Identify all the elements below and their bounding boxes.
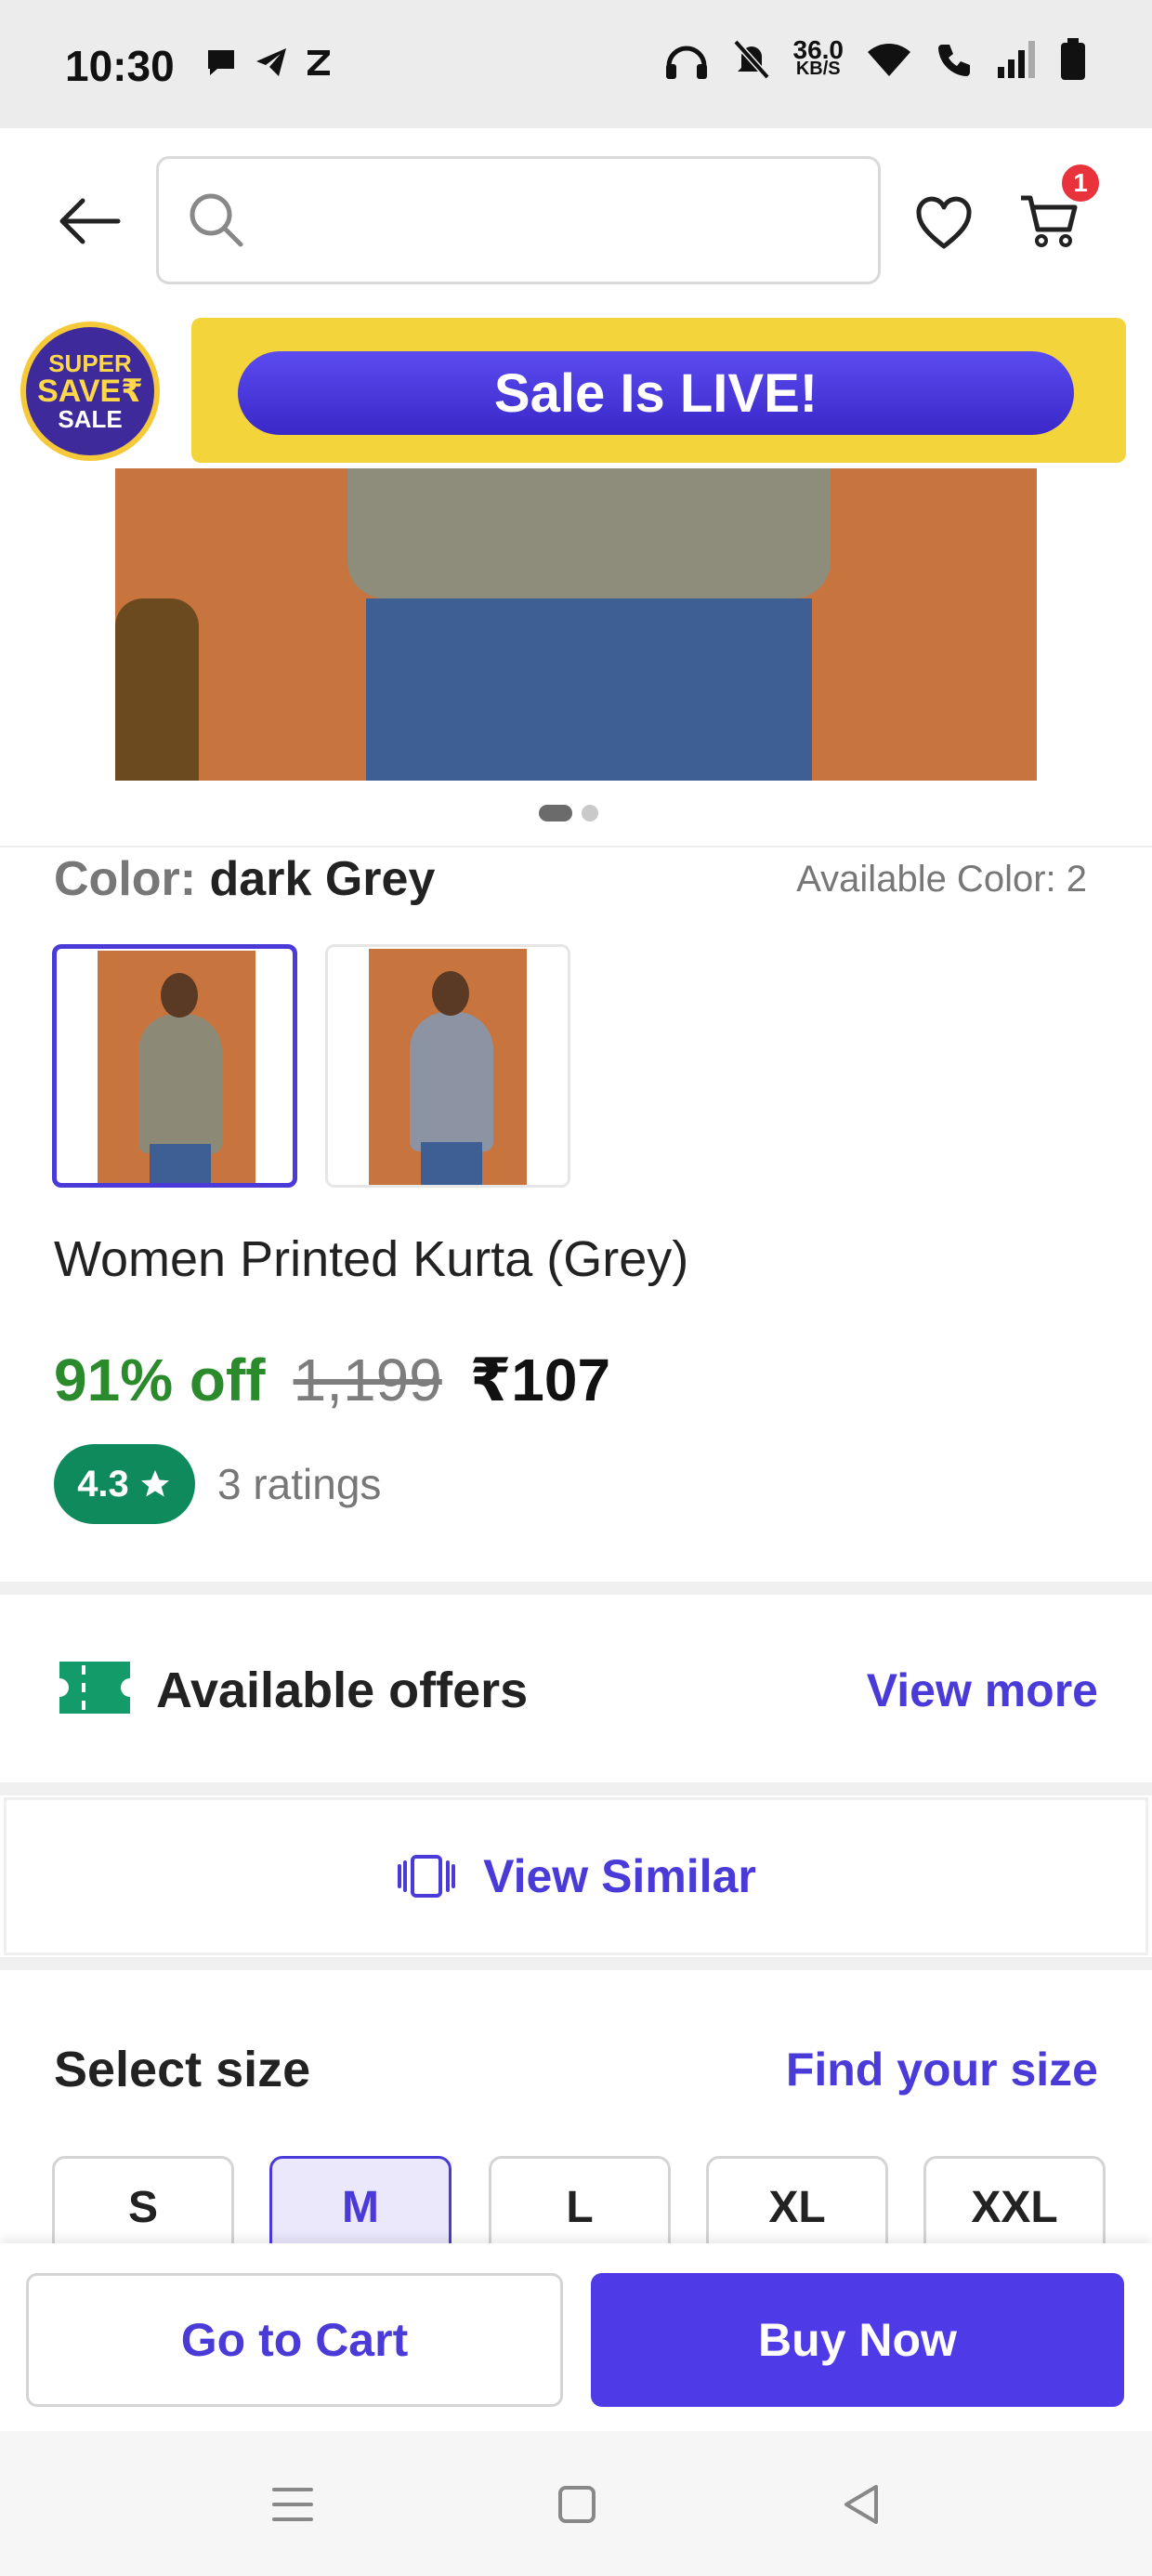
system-nav-bar bbox=[0, 2431, 1152, 2576]
search-input[interactable] bbox=[252, 187, 846, 257]
color-swatch-grey[interactable] bbox=[325, 944, 570, 1188]
view-similar-label: View Similar bbox=[483, 1850, 756, 1902]
view-similar-icon bbox=[398, 1855, 456, 1898]
image-lamp bbox=[115, 598, 199, 781]
signal-icon bbox=[998, 41, 1035, 78]
heart-icon bbox=[916, 196, 972, 249]
wifi-call-icon bbox=[938, 45, 970, 76]
go-to-cart-button[interactable]: Go to Cart bbox=[26, 2273, 563, 2407]
color-label: Color: dark Grey bbox=[54, 851, 435, 907]
header: 1 bbox=[0, 128, 1152, 310]
search-icon bbox=[190, 193, 243, 247]
offers-title: Available offers bbox=[156, 1663, 529, 1718]
z-app-icon bbox=[308, 50, 330, 75]
section-separator bbox=[0, 1782, 1152, 1795]
coupon-ticket-icon bbox=[59, 1662, 130, 1714]
view-more-link[interactable]: View more bbox=[867, 1663, 1098, 1717]
wifi-icon bbox=[868, 44, 910, 76]
available-colors: Available Color: 2 bbox=[796, 859, 1087, 900]
status-left-icons bbox=[204, 46, 333, 78]
swatch-kurta bbox=[410, 1012, 493, 1151]
square-home-icon bbox=[558, 2486, 596, 2523]
net-speed-unit: KB/S bbox=[795, 59, 841, 79]
price-row: 91% off 1,199 ₹107 bbox=[54, 1346, 610, 1415]
ratings-count: 3 ratings bbox=[217, 1460, 382, 1508]
bell-muted-icon bbox=[732, 39, 770, 80]
product-title: Women Printed Kurta (Grey) bbox=[54, 1231, 689, 1287]
color-label-text: Color: bbox=[54, 852, 197, 906]
color-swatch-dark-grey[interactable] bbox=[52, 944, 297, 1188]
bottom-action-bar: Go to Cart Buy Now bbox=[0, 2243, 1152, 2431]
wishlist-button[interactable] bbox=[907, 186, 981, 260]
cart-button[interactable]: 1 bbox=[1013, 162, 1102, 258]
super-save-sale-badge: SUPER SAVE₹ SALE bbox=[20, 322, 160, 461]
sale-banner[interactable]: SUPER SAVE₹ SALE Sale Is LIVE! bbox=[0, 310, 1152, 468]
rating-value: 4.3 bbox=[77, 1463, 129, 1505]
section-separator bbox=[0, 1957, 1152, 1970]
mrp-price: 1,199 bbox=[293, 1347, 442, 1413]
swatch-head bbox=[432, 971, 469, 1016]
discount-percent: 91% off bbox=[54, 1347, 266, 1413]
net-speed-value: 36.0 bbox=[792, 35, 844, 64]
gallery-dot-active[interactable] bbox=[539, 805, 572, 821]
swatch-head bbox=[161, 973, 198, 1018]
color-value: dark Grey bbox=[209, 852, 436, 906]
telegram-icon bbox=[256, 48, 286, 76]
swatch-kurta bbox=[138, 1014, 222, 1153]
swatch-jeans bbox=[150, 1144, 211, 1183]
nav-menu-button[interactable] bbox=[260, 2472, 325, 2537]
sale-strip: Sale Is LIVE! bbox=[191, 318, 1126, 463]
cart-count-badge: 1 bbox=[1059, 162, 1102, 204]
image-kurta bbox=[347, 468, 831, 598]
select-size-title: Select size bbox=[54, 2042, 311, 2097]
triangle-back-icon bbox=[844, 2485, 878, 2524]
rating-row[interactable]: 4.3 3 ratings bbox=[54, 1444, 381, 1524]
sale-badge-line2: SAVE₹ bbox=[37, 374, 143, 409]
headphones-icon bbox=[665, 46, 707, 79]
status-bar: 10:30 36.0 KB/S bbox=[0, 0, 1152, 128]
status-right-icons: 36.0 KB/S bbox=[663, 37, 1088, 82]
product-image[interactable] bbox=[115, 468, 1037, 781]
nav-back-button[interactable] bbox=[829, 2472, 894, 2537]
chat-bubble-icon bbox=[208, 50, 234, 75]
view-similar-button[interactable]: View Similar bbox=[4, 1797, 1148, 1955]
available-offers-row[interactable]: Available offers View more bbox=[0, 1597, 1152, 1782]
selling-price: ₹107 bbox=[469, 1347, 611, 1413]
swatch-jeans bbox=[421, 1142, 482, 1185]
menu-lines-icon bbox=[272, 2488, 313, 2521]
star-icon bbox=[140, 1470, 169, 1497]
battery-icon bbox=[1061, 38, 1085, 80]
sale-headline: Sale Is LIVE! bbox=[238, 351, 1074, 435]
sale-badge-line3: SALE bbox=[58, 405, 123, 433]
nav-home-button[interactable] bbox=[544, 2472, 609, 2537]
rating-badge: 4.3 bbox=[54, 1444, 195, 1524]
image-jeans bbox=[366, 598, 812, 781]
sale-badge-line1: SUPER bbox=[48, 349, 132, 377]
gallery-dot[interactable] bbox=[582, 805, 598, 821]
find-your-size-link[interactable]: Find your size bbox=[786, 2043, 1098, 2096]
gallery-dots bbox=[539, 805, 598, 821]
divider bbox=[0, 846, 1152, 848]
arrow-left-icon bbox=[59, 198, 121, 244]
buy-now-button[interactable]: Buy Now bbox=[591, 2273, 1124, 2407]
back-button[interactable] bbox=[52, 184, 126, 258]
status-time: 10:30 bbox=[65, 42, 175, 90]
net-speed: 36.0 KB/S bbox=[792, 35, 844, 79]
section-separator bbox=[0, 1582, 1152, 1595]
search-bar[interactable] bbox=[156, 156, 881, 284]
